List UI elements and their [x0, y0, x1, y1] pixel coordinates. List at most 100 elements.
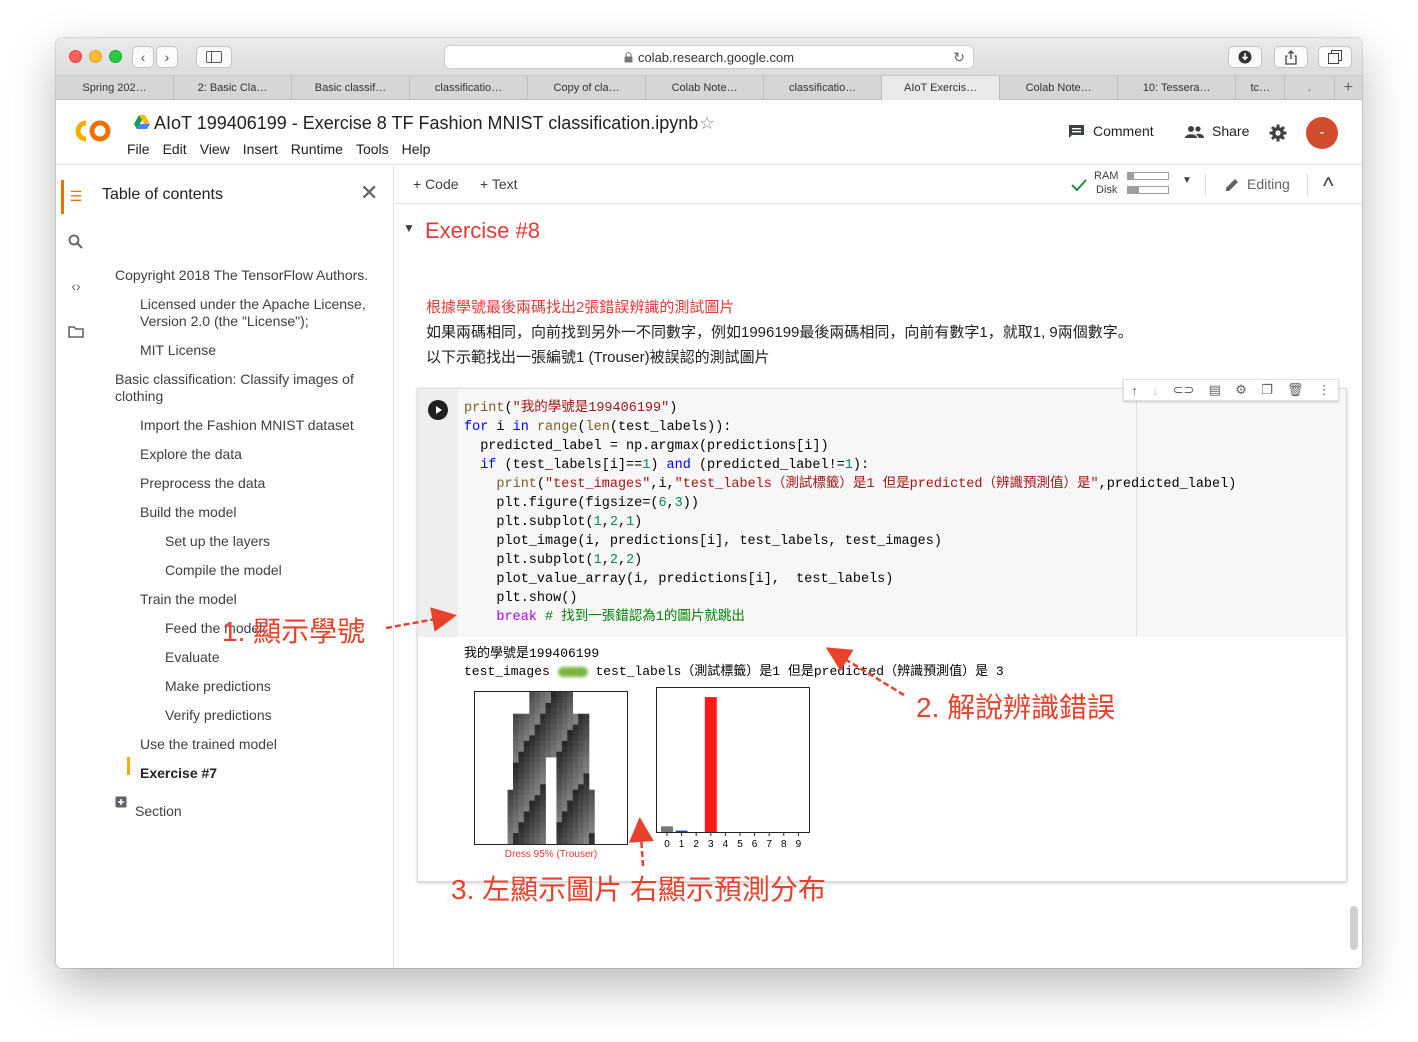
browser-tab[interactable]: .	[1285, 76, 1335, 100]
comment-button[interactable]: Comment	[1068, 123, 1154, 139]
folder-icon[interactable]	[66, 322, 86, 342]
add-text-cell-button[interactable]: + Text	[480, 176, 518, 192]
browser-tab[interactable]: Colab Note…	[646, 76, 765, 100]
image-pixel	[513, 713, 519, 720]
image-pixel	[534, 746, 541, 753]
search-icon[interactable]	[66, 232, 86, 252]
editing-mode-button[interactable]: Editing	[1247, 176, 1290, 192]
delete-trash-icon[interactable]: 🗑	[1287, 382, 1304, 398]
code-cell[interactable]: print("我的學號是199406199") for i in range(l…	[417, 379, 1347, 882]
browser-tab[interactable]: 10: Tessera…	[1118, 76, 1237, 100]
toc-item-current[interactable]: Exercise #7	[140, 765, 217, 782]
more-vert-icon[interactable]: ⋮	[1318, 382, 1331, 398]
image-pixel	[589, 789, 595, 796]
reload-icon[interactable]: ↻	[953, 49, 965, 66]
toc-item[interactable]: Make predictions	[165, 678, 271, 695]
tick-label-3: 3	[708, 839, 714, 849]
menu-help[interactable]: Help	[402, 141, 431, 157]
browser-tab[interactable]: classificatio…	[410, 76, 529, 100]
image-pixel	[572, 806, 579, 812]
image-pixel	[513, 800, 519, 807]
browser-tab[interactable]: Spring 202…	[56, 76, 175, 100]
image-pixel	[567, 800, 574, 807]
image-pixel	[545, 751, 552, 758]
section-collapse-icon[interactable]: ▼	[403, 221, 415, 235]
toc-item[interactable]: Preprocess the data	[140, 475, 265, 492]
cell-settings-gear-icon[interactable]: ⚙	[1235, 382, 1247, 398]
toc-item[interactable]: Evaluate	[165, 649, 219, 666]
resources-dropdown-icon[interactable]: ▼	[1182, 175, 1192, 186]
close-window-button[interactable]	[69, 50, 82, 63]
browser-tab[interactable]: classificatio…	[764, 76, 883, 100]
toc-list-icon[interactable]: ☰	[66, 186, 86, 206]
toc-item[interactable]: Compile the model	[165, 562, 282, 579]
mirror-cell-icon[interactable]: ❐	[1261, 382, 1273, 398]
notebook-title[interactable]: AIoT 199406199 - Exercise 8 TF Fashion M…	[154, 113, 698, 134]
toc-item[interactable]: MIT License	[140, 342, 216, 359]
menu-edit[interactable]: Edit	[163, 141, 187, 157]
toc-item[interactable]: Import the Fashion MNIST dataset	[140, 417, 354, 434]
minimize-window-button[interactable]	[89, 50, 102, 63]
zoom-window-button[interactable]	[109, 50, 122, 63]
add-code-cell-button[interactable]: + Code	[413, 176, 459, 192]
toc-item[interactable]: Licensed under the Apache License, Versi…	[140, 296, 380, 330]
image-pixel	[561, 757, 568, 763]
toc-section-link[interactable]: Section	[135, 803, 182, 820]
scrollbar[interactable]	[1350, 906, 1358, 950]
image-pixel	[534, 833, 541, 839]
star-icon[interactable]: ☆	[699, 113, 715, 134]
browser-tab-active[interactable]: AIoT Exercis…	[882, 76, 1001, 100]
toc-item[interactable]: Build the model	[140, 504, 237, 521]
toc-item[interactable]: Explore the data	[140, 446, 242, 463]
colab-logo[interactable]	[70, 117, 114, 145]
user-avatar[interactable]: -	[1306, 117, 1338, 149]
image-pixel	[567, 784, 574, 791]
downloads-button[interactable]	[1228, 46, 1262, 68]
close-icon[interactable]: ✕	[360, 180, 378, 206]
collapse-header-icon[interactable]: ˄	[1322, 172, 1335, 193]
menu-file[interactable]: File	[127, 141, 150, 157]
browser-tab[interactable]: 2: Basic Cla…	[174, 76, 293, 100]
menu-insert[interactable]: Insert	[243, 141, 278, 157]
image-pixel	[561, 730, 568, 736]
menu-runtime[interactable]: Runtime	[291, 141, 343, 157]
run-cell-button[interactable]	[428, 400, 448, 420]
move-down-icon[interactable]: ↓	[1152, 383, 1159, 398]
active-indicator	[61, 180, 64, 214]
comment-cell-icon[interactable]: ▤	[1209, 382, 1221, 398]
toc-item[interactable]: Verify predictions	[165, 707, 272, 724]
menu-view[interactable]: View	[200, 141, 230, 157]
image-pixel	[518, 822, 525, 829]
link-icon[interactable]: ⊂⊃	[1173, 382, 1195, 398]
new-tab-button[interactable]: +	[1335, 76, 1362, 100]
settings-gear-icon[interactable]	[1269, 124, 1287, 142]
toc-item[interactable]: Use the trained model	[140, 736, 277, 753]
image-pixel	[589, 833, 595, 839]
browser-tab[interactable]: Colab Note…	[1000, 76, 1119, 100]
sidebar-toggle-button[interactable]	[196, 46, 232, 68]
image-pixel	[578, 795, 584, 801]
address-bar[interactable]: colab.research.google.com ↻	[444, 45, 974, 69]
browser-tab[interactable]: tc…	[1236, 76, 1286, 100]
toc-item[interactable]: Basic classification: Classify images of…	[115, 371, 375, 405]
menu-tools[interactable]: Tools	[356, 141, 389, 157]
back-button[interactable]: ‹	[132, 46, 154, 68]
image-pixel	[567, 724, 574, 731]
share-page-button[interactable]	[1274, 46, 1308, 68]
add-section-icon[interactable]	[115, 796, 127, 808]
share-button[interactable]: Share	[1184, 123, 1249, 139]
code-snippets-icon[interactable]: ‹›	[66, 276, 86, 296]
move-up-icon[interactable]: ↑	[1131, 383, 1138, 398]
browser-tab[interactable]: Basic classif…	[292, 76, 411, 100]
toc-item[interactable]: Train the model	[140, 591, 237, 608]
code-editor[interactable]: print("我的學號是199406199") for i in range(l…	[418, 389, 1346, 637]
forward-button[interactable]: ›	[156, 46, 178, 68]
image-pixel	[561, 795, 568, 801]
browser-tab[interactable]: Copy of cla…	[528, 76, 647, 100]
toc-item[interactable]: Set up the layers	[165, 533, 270, 550]
toc-item[interactable]: Copyright 2018 The TensorFlow Authors.	[115, 267, 368, 284]
code-text[interactable]: print("我的學號是199406199") for i in range(l…	[464, 399, 1236, 627]
image-pixel	[583, 773, 590, 780]
image-pixel	[534, 789, 541, 796]
tab-overview-button[interactable]	[1318, 46, 1352, 68]
